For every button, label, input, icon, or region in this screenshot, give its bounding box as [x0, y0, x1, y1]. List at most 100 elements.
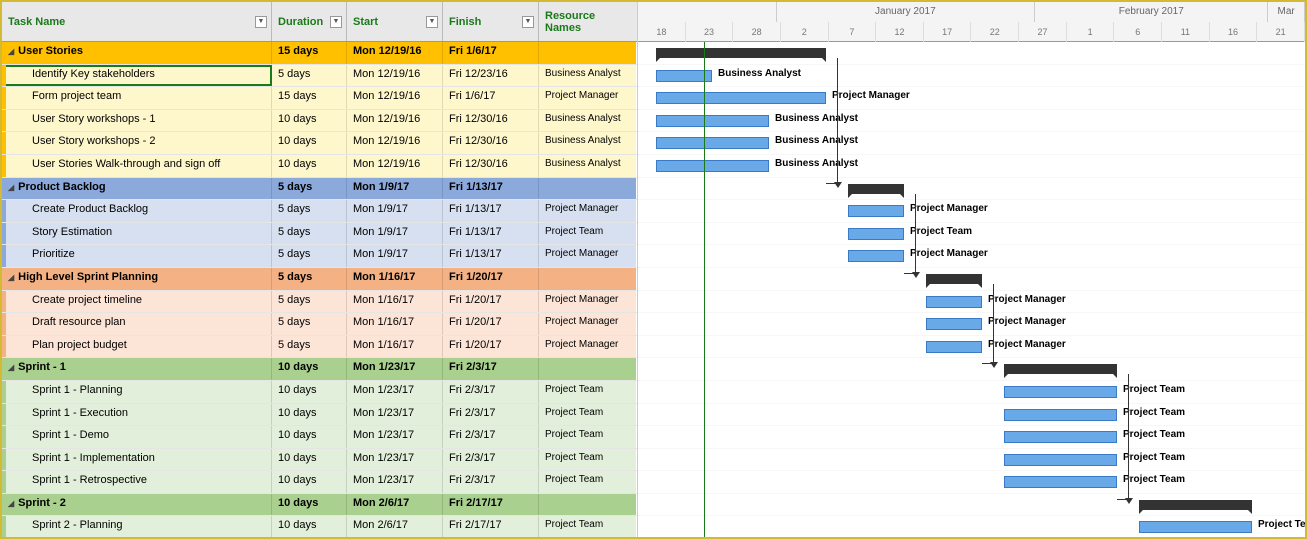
table-row[interactable]: Sprint 1 - Retrospective10 daysMon 1/23/… — [2, 471, 637, 494]
cell-task[interactable]: Create project timeline — [2, 291, 272, 313]
cell-res[interactable]: Project Team — [539, 381, 636, 403]
cell-res[interactable]: Project Team — [539, 426, 636, 448]
table-row[interactable]: User Stories Walk-through and sign off10… — [2, 155, 637, 178]
cell-finish[interactable]: Fri 1/6/17 — [443, 87, 539, 109]
cell-res[interactable]: Project Team — [539, 404, 636, 426]
summary-bar[interactable] — [848, 184, 904, 194]
gantt-row[interactable]: Business Analyst — [638, 155, 1305, 178]
cell-finish[interactable]: Fri 2/3/17 — [443, 404, 539, 426]
cell-task[interactable]: User Story workshops - 1 — [2, 110, 272, 132]
cell-finish[interactable]: Fri 1/13/17 — [443, 178, 539, 200]
cell-task[interactable]: Form project team — [2, 87, 272, 109]
cell-task[interactable]: Sprint 1 - Demo — [2, 426, 272, 448]
cell-start[interactable]: Mon 12/19/16 — [347, 42, 443, 64]
table-row[interactable]: User Story workshops - 110 daysMon 12/19… — [2, 110, 637, 133]
summary-bar[interactable] — [1004, 364, 1117, 374]
gantt-row[interactable]: Project Team — [638, 471, 1305, 494]
table-row[interactable]: Sprint - 210 daysMon 2/6/17Fri 2/17/17 — [2, 494, 637, 517]
cell-task[interactable]: Sprint 2 - Planning — [2, 516, 272, 537]
cell-dur[interactable]: 10 days — [272, 404, 347, 426]
table-row[interactable]: User Stories15 daysMon 12/19/16Fri 1/6/1… — [2, 42, 637, 65]
task-bar[interactable] — [926, 341, 982, 353]
gantt-row[interactable]: Business Analyst — [638, 65, 1305, 88]
cell-start[interactable]: Mon 1/23/17 — [347, 449, 443, 471]
cell-res[interactable]: Project Team — [539, 449, 636, 471]
gantt-row[interactable]: Project Team — [638, 449, 1305, 472]
table-row[interactable]: High Level Sprint Planning5 daysMon 1/16… — [2, 268, 637, 291]
cell-start[interactable]: Mon 12/19/16 — [347, 132, 443, 154]
cell-start[interactable]: Mon 12/19/16 — [347, 155, 443, 177]
cell-dur[interactable]: 10 days — [272, 494, 347, 516]
cell-res[interactable]: Business Analyst — [539, 65, 636, 87]
cell-start[interactable]: Mon 1/23/17 — [347, 358, 443, 380]
cell-start[interactable]: Mon 1/16/17 — [347, 291, 443, 313]
cell-dur[interactable]: 10 days — [272, 471, 347, 493]
gantt-row[interactable] — [638, 268, 1305, 291]
dropdown-icon[interactable]: ▼ — [255, 16, 267, 28]
cell-dur[interactable]: 5 days — [272, 313, 347, 335]
cell-res[interactable]: Business Analyst — [539, 110, 636, 132]
cell-res[interactable] — [539, 268, 636, 290]
cell-start[interactable]: Mon 1/9/17 — [347, 178, 443, 200]
cell-task[interactable]: User Stories — [2, 42, 272, 64]
gantt-row[interactable]: Project Manager — [638, 291, 1305, 314]
table-row[interactable]: Prioritize5 daysMon 1/9/17Fri 1/13/17Pro… — [2, 245, 637, 268]
cell-task[interactable]: Sprint 1 - Execution — [2, 404, 272, 426]
cell-res[interactable]: Project Manager — [539, 313, 636, 335]
cell-start[interactable]: Mon 1/9/17 — [347, 245, 443, 267]
task-bar[interactable] — [1004, 409, 1117, 421]
cell-finish[interactable]: Fri 2/3/17 — [443, 358, 539, 380]
cell-res[interactable] — [539, 358, 636, 380]
gantt-row[interactable]: Project Team — [638, 516, 1305, 537]
task-bar[interactable] — [848, 250, 904, 262]
gantt-row[interactable] — [638, 358, 1305, 381]
cell-res[interactable] — [539, 494, 636, 516]
cell-res[interactable]: Project Manager — [539, 200, 636, 222]
cell-finish[interactable]: Fri 1/13/17 — [443, 223, 539, 245]
cell-res[interactable]: Business Analyst — [539, 155, 636, 177]
table-row[interactable]: Sprint 1 - Demo10 daysMon 1/23/17Fri 2/3… — [2, 426, 637, 449]
col-finish[interactable]: Finish ▼ — [443, 2, 539, 41]
cell-task[interactable]: User Story workshops - 2 — [2, 132, 272, 154]
gantt-row[interactable]: Project Manager — [638, 245, 1305, 268]
gantt-row[interactable]: Project Manager — [638, 313, 1305, 336]
cell-dur[interactable]: 5 days — [272, 65, 347, 87]
cell-task[interactable]: Sprint - 2 — [2, 494, 272, 516]
table-row[interactable]: Create project timeline5 daysMon 1/16/17… — [2, 291, 637, 314]
table-row[interactable]: Sprint 1 - Planning10 daysMon 1/23/17Fri… — [2, 381, 637, 404]
task-bar[interactable] — [656, 137, 769, 149]
task-grid[interactable]: Task Name ▼ Duration ▼ Start ▼ Finish ▼ … — [2, 2, 638, 537]
dropdown-icon[interactable]: ▼ — [330, 16, 342, 28]
cell-task[interactable]: Draft resource plan — [2, 313, 272, 335]
task-bar[interactable] — [1004, 431, 1117, 443]
cell-start[interactable]: Mon 1/23/17 — [347, 426, 443, 448]
cell-dur[interactable]: 15 days — [272, 42, 347, 64]
task-bar[interactable] — [1139, 521, 1252, 533]
cell-dur[interactable]: 10 days — [272, 449, 347, 471]
cell-dur[interactable]: 10 days — [272, 358, 347, 380]
task-bar[interactable] — [656, 92, 826, 104]
cell-task[interactable]: Create Product Backlog — [2, 200, 272, 222]
cell-dur[interactable]: 5 days — [272, 178, 347, 200]
col-start[interactable]: Start ▼ — [347, 2, 443, 41]
col-resource[interactable]: Resource Names — [539, 2, 636, 41]
task-bar[interactable] — [926, 318, 982, 330]
cell-task[interactable]: Sprint - 1 — [2, 358, 272, 380]
cell-res[interactable]: Project Manager — [539, 291, 636, 313]
task-bar[interactable] — [848, 228, 904, 240]
cell-res[interactable] — [539, 42, 636, 64]
task-bar[interactable] — [848, 205, 904, 217]
gantt-chart[interactable]: January 2017February 2017Mar 18232827121… — [638, 2, 1305, 537]
cell-finish[interactable]: Fri 1/13/17 — [443, 245, 539, 267]
gantt-row[interactable] — [638, 494, 1305, 517]
cell-task[interactable]: High Level Sprint Planning — [2, 268, 272, 290]
gantt-row[interactable]: Project Team — [638, 426, 1305, 449]
cell-task[interactable]: Story Estimation — [2, 223, 272, 245]
cell-dur[interactable]: 10 days — [272, 155, 347, 177]
cell-dur[interactable]: 5 days — [272, 200, 347, 222]
gantt-row[interactable]: Project Manager — [638, 336, 1305, 359]
cell-dur[interactable]: 15 days — [272, 87, 347, 109]
cell-res[interactable]: Project Team — [539, 516, 636, 537]
cell-start[interactable]: Mon 1/16/17 — [347, 268, 443, 290]
gantt-row[interactable]: Business Analyst — [638, 132, 1305, 155]
